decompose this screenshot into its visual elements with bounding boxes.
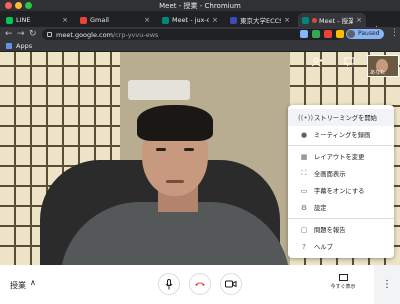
lock-icon [47,32,52,37]
self-view-tile[interactable]: あなた [367,55,399,77]
more-options-menu: ((•)) ストリーミングを開始 ● ミーティングを録画 ▦ レイアウトを変更 … [288,105,394,258]
menu-item-label: 全画面表示 [314,171,346,178]
tab-eccs[interactable]: 東京大学ECCS × [226,13,294,27]
menu-item-label: ミーティングを録画 [314,132,371,139]
extension-icon[interactable] [324,30,332,38]
gmail-icon [80,16,87,24]
url-text: meet.google.com/crp-yvvu-ews [56,30,159,39]
meet-icon [302,16,309,24]
browser-menu-icon[interactable]: ⋮ [390,28,399,38]
tab-label: 東京大学ECCS [240,17,282,25]
camera-button[interactable] [220,273,242,295]
meeting-details-button[interactable]: 授業 [10,280,26,291]
tab-label: Meet - jux-chwi [172,16,210,24]
apps-grid-icon [6,43,12,49]
present-screen-icon [338,274,348,281]
line-icon [6,16,13,24]
mouth [166,180,184,183]
menu-item-captions[interactable]: ▭ 字幕をオンにする [288,182,394,199]
tab-label: LINE [16,16,31,24]
address-bar[interactable]: meet.google.com/crp-yvvu-ews [42,29,342,40]
close-tab-icon[interactable]: × [62,16,68,24]
menu-item-report-problem[interactable]: ▢ 問題を報告 [288,221,394,238]
profile-status: Paused [358,30,380,37]
tab-label: Gmail [90,16,109,24]
menu-item-fullscreen[interactable]: ⛶ 全画面表示 [288,165,394,182]
eccs-icon [230,16,237,24]
more-options-icon[interactable]: ⋮ [374,265,400,304]
menu-item-settings[interactable]: ⚙ 設定 [288,199,394,216]
apps-bookmark[interactable]: Apps [16,42,32,50]
feedback-icon: ▢ [300,225,308,234]
hair [137,105,213,141]
recording-indicator-icon [312,17,317,23]
menu-item-label: ストリーミングを開始 [314,115,377,122]
tab-meet-lesson[interactable]: Meet - 授業 × [298,13,366,27]
microphone-icon [165,278,173,289]
tab-gmail[interactable]: Gmail × [76,13,154,27]
help-icon: ? [302,242,306,251]
gear-icon: ⚙ [300,203,308,212]
profile-paused-button[interactable]: Paused [346,29,385,39]
present-now-button[interactable]: 今すぐ表示 [328,274,358,290]
present-now-label: 今すぐ表示 [330,284,356,290]
fullscreen-icon: ⛶ [301,169,307,177]
extension-icon[interactable] [312,30,320,38]
microphone-button[interactable] [158,273,180,295]
tab-line[interactable]: LINE × [2,13,72,27]
chevron-up-icon[interactable]: ∧ [30,278,36,287]
forward-arrow-icon[interactable]: → [17,28,25,40]
broadcast-icon: ((•)) [298,113,314,122]
captions-icon: ▭ [300,186,308,195]
menu-item-label: 字幕をオンにする [314,188,365,195]
extension-icon[interactable] [300,30,308,38]
record-icon: ● [300,130,308,139]
avatar [347,30,355,38]
self-view-label: あなた [370,70,386,76]
menu-item-label: 問題を報告 [314,227,346,234]
chat-icon[interactable] [338,56,360,74]
eye [184,148,194,151]
close-tab-icon[interactable]: × [356,16,362,24]
tab-strip: LINE × Gmail × Meet - jux-chwi × 東京大学ECC… [0,11,400,35]
browser-toolbar: ← → ↻ meet.google.com/crp-yvvu-ews Pause… [0,27,400,41]
tab-meet-jux[interactable]: Meet - jux-chwi × [158,13,222,27]
menu-item-start-streaming[interactable]: ((•)) ストリーミングを開始 [288,109,394,126]
hang-up-icon [195,282,205,286]
window-title: Meet - 授業 - Chromium [159,2,241,10]
menu-item-label: ヘルプ [314,244,333,251]
menu-divider [288,145,394,146]
bookmarks-bar: Apps [0,41,400,52]
menu-divider [288,218,394,219]
air-conditioner [128,80,190,100]
extension-icon[interactable] [336,30,344,38]
back-arrow-icon[interactable]: ← [5,28,13,40]
menu-item-label: 設定 [314,205,327,212]
hang-up-button[interactable] [189,273,211,295]
meet-icon [162,16,169,24]
reload-icon[interactable]: ↻ [29,28,37,40]
close-tab-icon[interactable]: × [284,16,290,24]
menu-item-record-meeting[interactable]: ● ミーティングを録画 [288,126,394,143]
close-tab-icon[interactable]: × [212,16,218,24]
menu-item-help[interactable]: ? ヘルプ [288,238,394,255]
layout-icon: ▦ [300,152,308,161]
people-icon[interactable] [306,56,328,74]
menu-item-change-layout[interactable]: ▦ レイアウトを変更 [288,148,394,165]
camera-icon [225,280,237,288]
close-tab-icon[interactable]: × [144,16,150,24]
meeting-controls-bar: 授業 ∧ 今すぐ表示 ⋮ [0,265,400,304]
title-bar: Meet - 授業 - Chromium [0,0,400,11]
tab-label: Meet - 授業 [319,17,354,25]
menu-item-label: レイアウトを変更 [314,154,365,161]
eye [156,148,166,151]
